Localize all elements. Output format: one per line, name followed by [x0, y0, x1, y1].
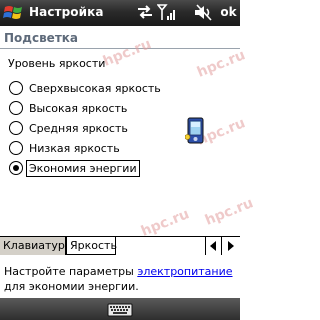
radio-button[interactable] — [9, 81, 23, 95]
radio-button-selected[interactable] — [9, 161, 23, 175]
tab-bar: Клавиатур Яркость — [0, 236, 240, 256]
radio-button[interactable] — [9, 101, 23, 115]
radio-button[interactable] — [9, 141, 23, 155]
tab-scroll-right[interactable] — [221, 237, 240, 255]
radio-label: Экономия энергии — [26, 160, 140, 177]
hint-suffix: для экономии энергии. — [4, 280, 139, 293]
watermark-logo: hpc.ru — [202, 195, 256, 229]
radio-button[interactable] — [9, 121, 23, 135]
radio-label: Высокая яркость — [29, 102, 128, 115]
radio-label: Низкая яркость — [29, 142, 120, 155]
signal-strength-icon[interactable] — [157, 4, 177, 21]
ok-button[interactable]: ok — [219, 4, 238, 21]
power-settings-link[interactable]: электропитание — [137, 265, 232, 278]
arrow-left-icon — [210, 241, 216, 251]
windows-start-icon[interactable] — [3, 3, 25, 23]
volume-icon[interactable] — [193, 4, 213, 21]
watermark-logo: hpc.ru — [138, 206, 192, 240]
menu-bar — [0, 298, 240, 320]
pda-device-icon — [185, 117, 204, 144]
connectivity-arrows-icon[interactable] — [136, 4, 154, 20]
power-settings-hint: Настройте параметры электропитание для э… — [4, 264, 238, 294]
hint-prefix: Настройте параметры — [4, 265, 134, 278]
arrow-right-icon — [228, 241, 234, 251]
tab-scroll-left[interactable] — [205, 237, 221, 255]
tab-brightness[interactable]: Яркость — [66, 237, 117, 255]
title-bar: Настройка ok — [0, 0, 240, 26]
radio-label: Средняя яркость — [29, 122, 128, 135]
watermark-logo: hpc.ru — [194, 47, 248, 81]
section-divider — [0, 48, 240, 49]
window-title: Настройка — [29, 5, 104, 19]
section-title: Подсветка — [4, 31, 79, 45]
brightness-group-label: Уровень яркости — [8, 57, 106, 70]
tab-keyboard[interactable]: Клавиатур — [0, 237, 66, 255]
radio-label: Сверхвысокая яркость — [29, 82, 161, 95]
section-header: Подсветка — [0, 27, 240, 49]
keyboard-icon[interactable] — [107, 302, 133, 317]
